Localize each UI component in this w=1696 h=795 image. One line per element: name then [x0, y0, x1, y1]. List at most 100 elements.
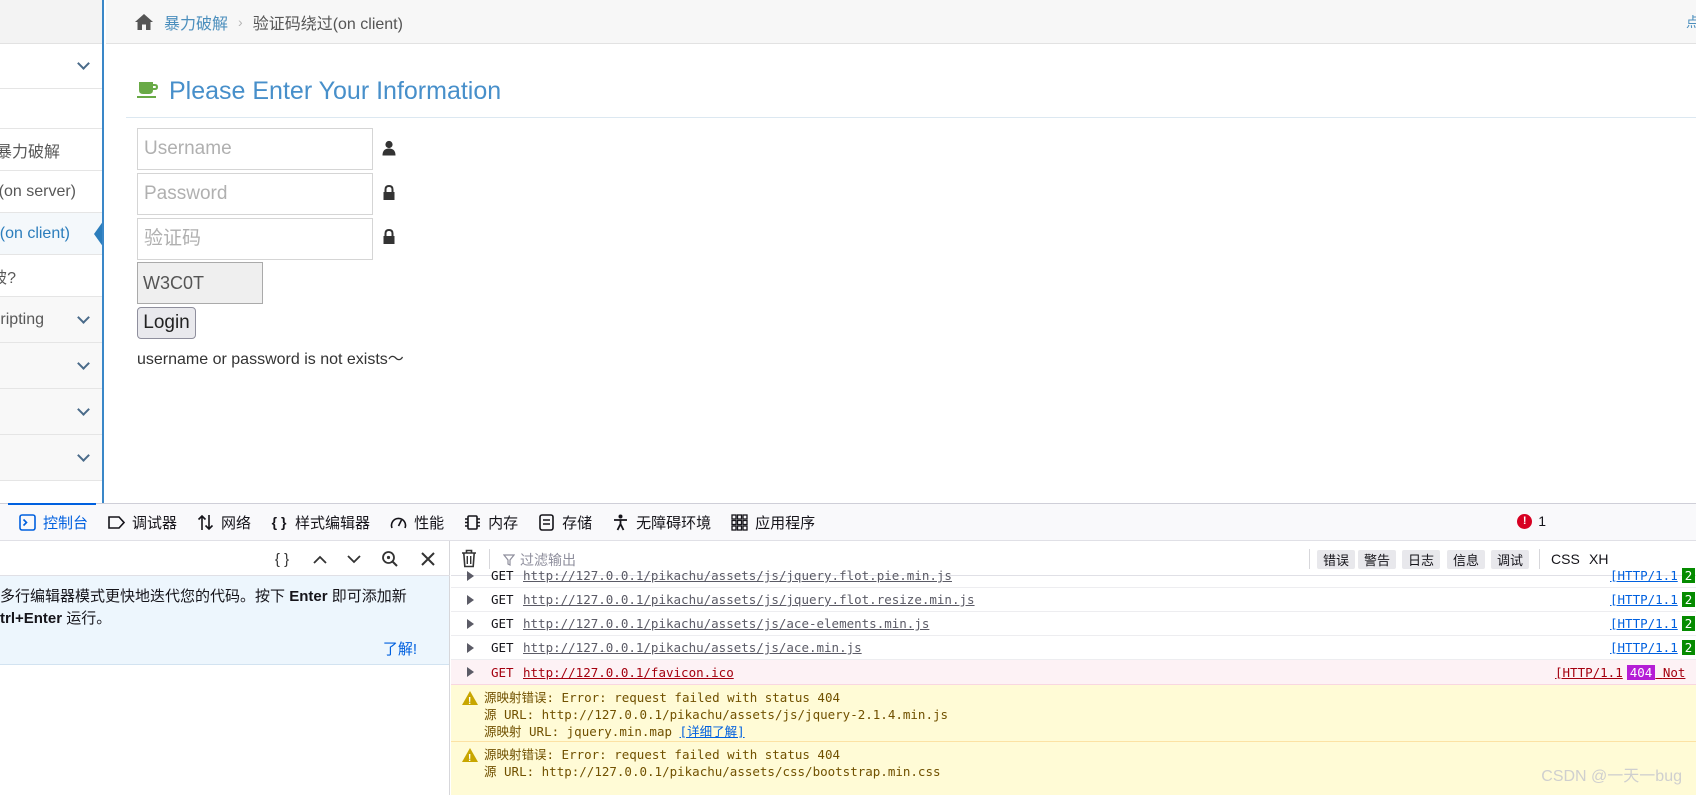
tip-line-2: trl+Enter 运行。: [0, 610, 112, 627]
status-message: username or password is not exists～: [137, 351, 404, 368]
tab-application[interactable]: 应用程序: [730, 504, 815, 541]
chevron-up-icon[interactable]: [310, 549, 330, 569]
sidebar-item-token[interactable]: 破?: [0, 255, 102, 297]
breadcrumb-link[interactable]: 暴力破解: [164, 10, 228, 34]
network-log-row[interactable]: GET http://127.0.0.1/pikachu/assets/js/a…: [451, 636, 1696, 660]
expand-arrow-icon[interactable]: [467, 642, 474, 653]
tab-style-editor[interactable]: { } 样式编辑器: [270, 504, 370, 541]
style-editor-icon: { }: [271, 514, 287, 530]
http-protocol-link[interactable]: [HTTP/1.1 2: [1610, 568, 1696, 583]
login-button[interactable]: Login: [137, 307, 196, 339]
status-badge: 2: [1681, 592, 1696, 607]
expand-arrow-icon[interactable]: [467, 618, 474, 629]
request-url-link[interactable]: http://127.0.0.1/favicon.ico: [523, 665, 734, 680]
tab-label: 网络: [221, 514, 252, 532]
tab-memory[interactable]: 内存: [463, 504, 518, 541]
sidebar-item-xss[interactable]: ripting: [0, 297, 102, 343]
tab-label: 控制台: [43, 514, 89, 532]
expand-arrow-icon[interactable]: [467, 667, 474, 677]
sidebar-item-section-3[interactable]: [0, 435, 102, 481]
tab-performance[interactable]: 性能: [389, 504, 444, 541]
tab-network[interactable]: 网络: [196, 504, 251, 541]
status-badge: 2: [1681, 640, 1696, 655]
page-title-row: Please Enter Your Information: [137, 77, 501, 106]
active-indicator: [94, 219, 102, 248]
network-log-row[interactable]: GET http://127.0.0.1/pikachu/assets/js/j…: [451, 588, 1696, 612]
user-icon: [382, 140, 396, 156]
tab-debugger[interactable]: 调试器: [107, 504, 177, 541]
tip-line-1: 多行编辑器模式更快地迭代您的代码。按下 Enter 即可添加新: [0, 588, 407, 605]
network-icon: [196, 513, 214, 531]
breadcrumb: 暴力破解 › 验证码绕过(on client) 点: [106, 0, 1696, 44]
chevron-down-icon: [77, 448, 90, 462]
tab-accessibility[interactable]: 无障碍环境: [611, 504, 711, 541]
main-content: Please Enter Your Information W3C0T Logi…: [106, 45, 1696, 503]
http-protocol-link[interactable]: [HTTP/1.1 2: [1610, 640, 1696, 655]
request-url-link[interactable]: http://127.0.0.1/pikachu/assets/js/ace-e…: [523, 616, 929, 631]
error-count: 1: [1538, 513, 1546, 529]
devtools-tabbar: 控制台 调试器 网络 { } 样式编辑器 性能 内存 存储 无障碍环境 应用程序…: [0, 502, 1696, 541]
chevron-down-icon: [77, 402, 90, 416]
tab-label: 内存: [488, 514, 519, 532]
coffee-icon: [137, 79, 159, 104]
tab-label: 无障碍环境: [636, 514, 712, 532]
tab-storage[interactable]: 存储: [537, 504, 592, 541]
expand-arrow-icon[interactable]: [467, 570, 474, 581]
http-protocol-link[interactable]: [HTTP/1.1 404 Not: [1555, 664, 1685, 680]
pretty-print-icon[interactable]: { }: [272, 549, 292, 569]
request-url-link[interactable]: http://127.0.0.1/pikachu/assets/js/jquer…: [523, 568, 952, 583]
breadcrumb-separator: ›: [238, 13, 243, 30]
warning-icon: [462, 748, 478, 767]
sidebar-item-blank[interactable]: [0, 89, 102, 129]
storage-icon: [537, 513, 555, 531]
http-protocol-link[interactable]: [HTTP/1.1 2: [1610, 616, 1696, 631]
http-protocol-link[interactable]: [HTTP/1.1 2: [1610, 592, 1696, 607]
console-icon: [18, 513, 36, 531]
lock-icon: [382, 184, 396, 201]
home-icon[interactable]: [134, 13, 154, 31]
sidebar-item-section-2[interactable]: [0, 389, 102, 435]
reverse-search-icon[interactable]: [380, 549, 400, 569]
sidebar-item-form-brute[interactable]: 单暴力破解: [0, 129, 102, 171]
status-badge: 2: [1681, 568, 1696, 583]
accessibility-icon: [611, 513, 629, 531]
sidebar-item-collapse[interactable]: [0, 44, 102, 89]
password-input[interactable]: [137, 173, 373, 215]
sidebar-item-vcode-server[interactable]: (on server): [0, 171, 102, 213]
page-title: Please Enter Your Information: [169, 77, 502, 105]
chevron-down-icon: [77, 310, 90, 324]
error-icon: !: [1517, 513, 1533, 529]
sidebar-item-label: 单暴力破解: [0, 143, 60, 161]
breadcrumb-current: 验证码绕过(on client): [252, 15, 403, 33]
expand-arrow-icon[interactable]: [467, 594, 474, 605]
console-output-pane: 过滤输出 错误 警告 日志 信息 调试 CSS XH GET http://12…: [451, 541, 1696, 795]
close-icon[interactable]: [418, 549, 438, 569]
network-log-row[interactable]: GET http://127.0.0.1/pikachu/assets/js/a…: [451, 612, 1696, 636]
memory-icon: [463, 513, 481, 531]
sidebar: 单暴力破解 (on server) (on client) 破? ripting: [0, 0, 104, 503]
network-error-row[interactable]: GET http://127.0.0.1/favicon.ico [HTTP/1…: [451, 660, 1696, 685]
learn-more-link[interactable]: 了解!: [383, 639, 417, 661]
network-log-row[interactable]: GET http://127.0.0.1/pikachu/assets/js/j…: [451, 564, 1696, 588]
tab-console[interactable]: 控制台: [7, 502, 97, 541]
debugger-icon: [107, 513, 125, 531]
username-input[interactable]: [137, 128, 373, 170]
sidebar-header: [0, 0, 102, 44]
tab-label: 存储: [562, 514, 593, 532]
vcode-input[interactable]: [137, 218, 373, 260]
sidebar-item-section-1[interactable]: [0, 343, 102, 389]
devtools-panel: 控制台 调试器 网络 { } 样式编辑器 性能 内存 存储 无障碍环境 应用程序…: [0, 502, 1696, 795]
chevron-down-icon[interactable]: [344, 549, 364, 569]
captcha-display: W3C0T: [137, 262, 263, 304]
web-page: 单暴力破解 (on server) (on client) 破? ripting: [0, 0, 1696, 503]
performance-icon: [389, 513, 407, 531]
editor-toolbar: { }: [0, 541, 450, 576]
request-url-link[interactable]: http://127.0.0.1/pikachu/assets/js/ace.m…: [523, 640, 862, 655]
tab-label: 样式编辑器: [295, 514, 371, 532]
sidebar-item-vcode-client[interactable]: (on client): [0, 213, 102, 255]
top-right-link[interactable]: 点: [1686, 12, 1696, 32]
request-url-link[interactable]: http://127.0.0.1/pikachu/assets/js/jquer…: [523, 592, 975, 607]
learn-more-link[interactable]: [详细了解]: [680, 724, 745, 739]
watermark: CSDN @一天一bug: [1541, 768, 1682, 785]
error-counter[interactable]: ! 1: [1517, 513, 1546, 529]
